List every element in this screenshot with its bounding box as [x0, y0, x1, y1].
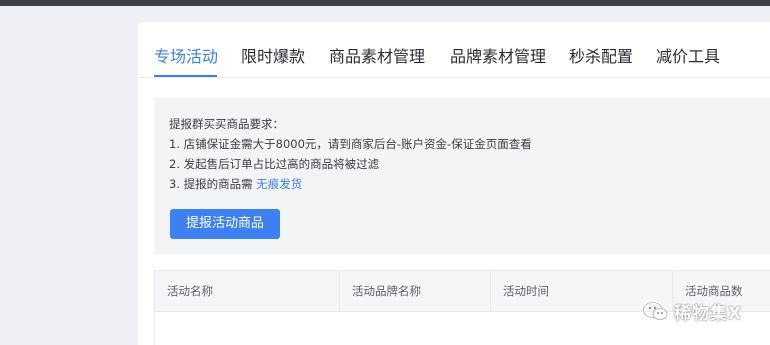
- tab-brand-assets[interactable]: 品牌素材管理: [450, 46, 546, 68]
- watermark: 稀物集X: [642, 297, 742, 325]
- tab-limited-hot[interactable]: 限时爆款: [241, 46, 305, 68]
- watermark-text: 稀物集X: [674, 303, 743, 324]
- tab-price-cut-tool[interactable]: 减价工具: [656, 46, 720, 68]
- tab-flash-sale-config[interactable]: 秒杀配置: [569, 46, 633, 68]
- notice-line-3: 3. 提报的商品需 无痕发货: [169, 176, 302, 192]
- tab-product-assets[interactable]: 商品素材管理: [329, 46, 425, 68]
- wechat-official-account-icon: [642, 300, 670, 322]
- top-bar: [0, 0, 770, 6]
- column-header-brand-name: 活动品牌名称: [340, 271, 491, 312]
- requirements-notice: 提报群买买商品要求： 1. 店铺保证金需大于8000元，请到商家后台-账户资金-…: [154, 98, 770, 254]
- notice-line-2: 2. 发起售后订单占比过高的商品将被过滤: [169, 157, 380, 171]
- notice-line-3-text: 3. 提报的商品需: [169, 177, 257, 191]
- notice-line-1: 1. 店铺保证金需大于8000元，请到商家后台-账户资金-保证金页面查看: [169, 137, 532, 151]
- tab-bar: 专场活动 限时爆款 商品素材管理 品牌素材管理 秒杀配置 减价工具: [138, 22, 770, 78]
- column-header-activity-name: 活动名称: [155, 271, 340, 312]
- active-tab-indicator: [154, 75, 217, 77]
- notice-title: 提报群买买商品要求：: [169, 117, 284, 131]
- submit-activity-products-button[interactable]: 提报活动商品: [170, 209, 280, 239]
- tab-special-event[interactable]: 专场活动: [154, 46, 218, 68]
- traceless-shipping-link[interactable]: 无痕发货: [256, 177, 302, 191]
